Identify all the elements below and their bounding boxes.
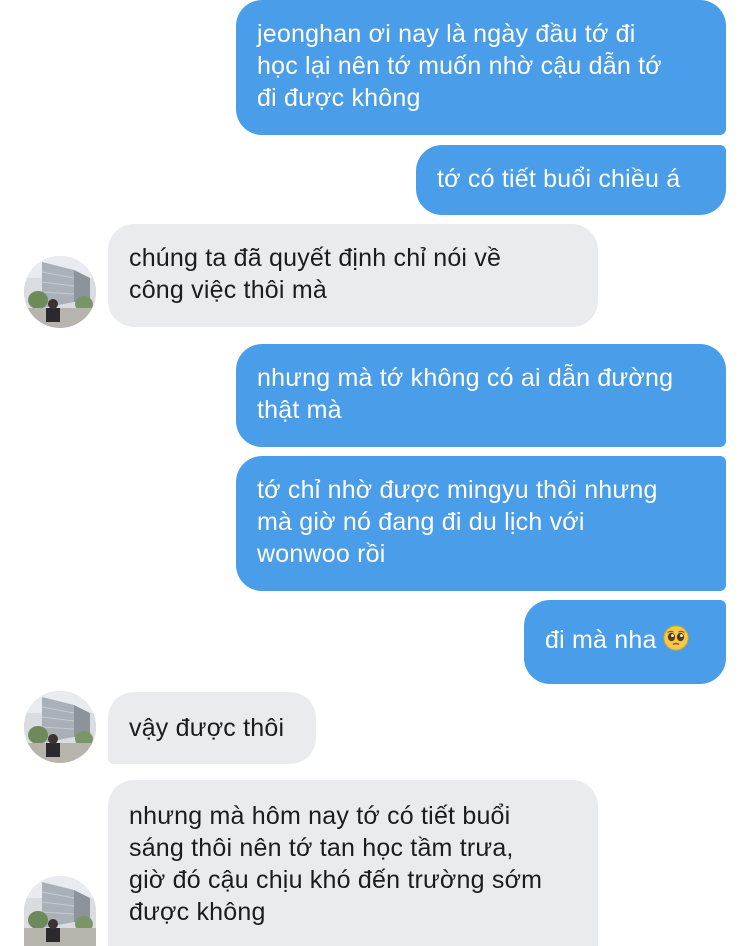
message-line: công việc thôi mà bbox=[129, 276, 327, 304]
contact-avatar[interactable] bbox=[24, 876, 96, 946]
message-line: nhưng mà hôm nay tớ có tiết buổi bbox=[129, 802, 511, 830]
received-message-bubble[interactable]: vậy được thôi bbox=[108, 692, 316, 764]
pleading-face-emoji-icon bbox=[663, 625, 689, 659]
message-line: sáng thôi nên tớ tan học tầm trưa, bbox=[129, 834, 514, 862]
message-line: chúng ta đã quyết định chỉ nói về bbox=[129, 244, 502, 272]
message-line: mà giờ nó đang đi du lịch với bbox=[257, 508, 585, 536]
sent-message-bubble[interactable]: jeonghan ơi nay là ngày đầu tớ đi học lạ… bbox=[236, 0, 726, 135]
contact-avatar[interactable] bbox=[24, 256, 96, 328]
sent-message-bubble[interactable]: nhưng mà tớ không có ai dẫn đường thật m… bbox=[236, 344, 726, 447]
message-line: học lại nên tớ muốn nhờ cậu dẫn tớ bbox=[257, 52, 662, 80]
sent-message-bubble[interactable]: tớ có tiết buổi chiều á bbox=[416, 145, 726, 215]
message-line: thật mà bbox=[257, 396, 342, 424]
message-line: tớ có tiết buổi chiều á bbox=[437, 165, 681, 193]
sent-message-bubble[interactable]: tớ chỉ nhờ được mingyu thôi nhưng mà giờ… bbox=[236, 456, 726, 591]
received-message-bubble[interactable]: nhưng mà hôm nay tớ có tiết buổi sáng th… bbox=[108, 780, 598, 946]
message-line: vậy được thôi bbox=[129, 714, 285, 742]
contact-avatar[interactable] bbox=[24, 691, 96, 763]
sent-message-bubble[interactable]: đi mà nha bbox=[524, 600, 726, 684]
avatar-photo-icon bbox=[24, 256, 96, 328]
message-line: đi mà nha bbox=[545, 626, 657, 654]
message-line: nhưng mà tớ không có ai dẫn đường bbox=[257, 364, 674, 392]
message-line: giờ đó cậu chịu khó đến trường sớm bbox=[129, 866, 543, 894]
message-line: tớ chỉ nhờ được mingyu thôi nhưng bbox=[257, 476, 658, 504]
message-line: được không bbox=[129, 898, 266, 926]
avatar-photo-icon bbox=[24, 876, 96, 946]
chat-thread: jeonghan ơi nay là ngày đầu tớ đi học lạ… bbox=[0, 0, 750, 946]
message-line: wonwoo rồi bbox=[257, 540, 386, 568]
avatar-photo-icon bbox=[24, 691, 96, 763]
received-message-bubble[interactable]: chúng ta đã quyết định chỉ nói về công v… bbox=[108, 224, 598, 327]
message-line: jeonghan ơi nay là ngày đầu tớ đi bbox=[257, 20, 636, 48]
message-line: đi được không bbox=[257, 84, 421, 112]
